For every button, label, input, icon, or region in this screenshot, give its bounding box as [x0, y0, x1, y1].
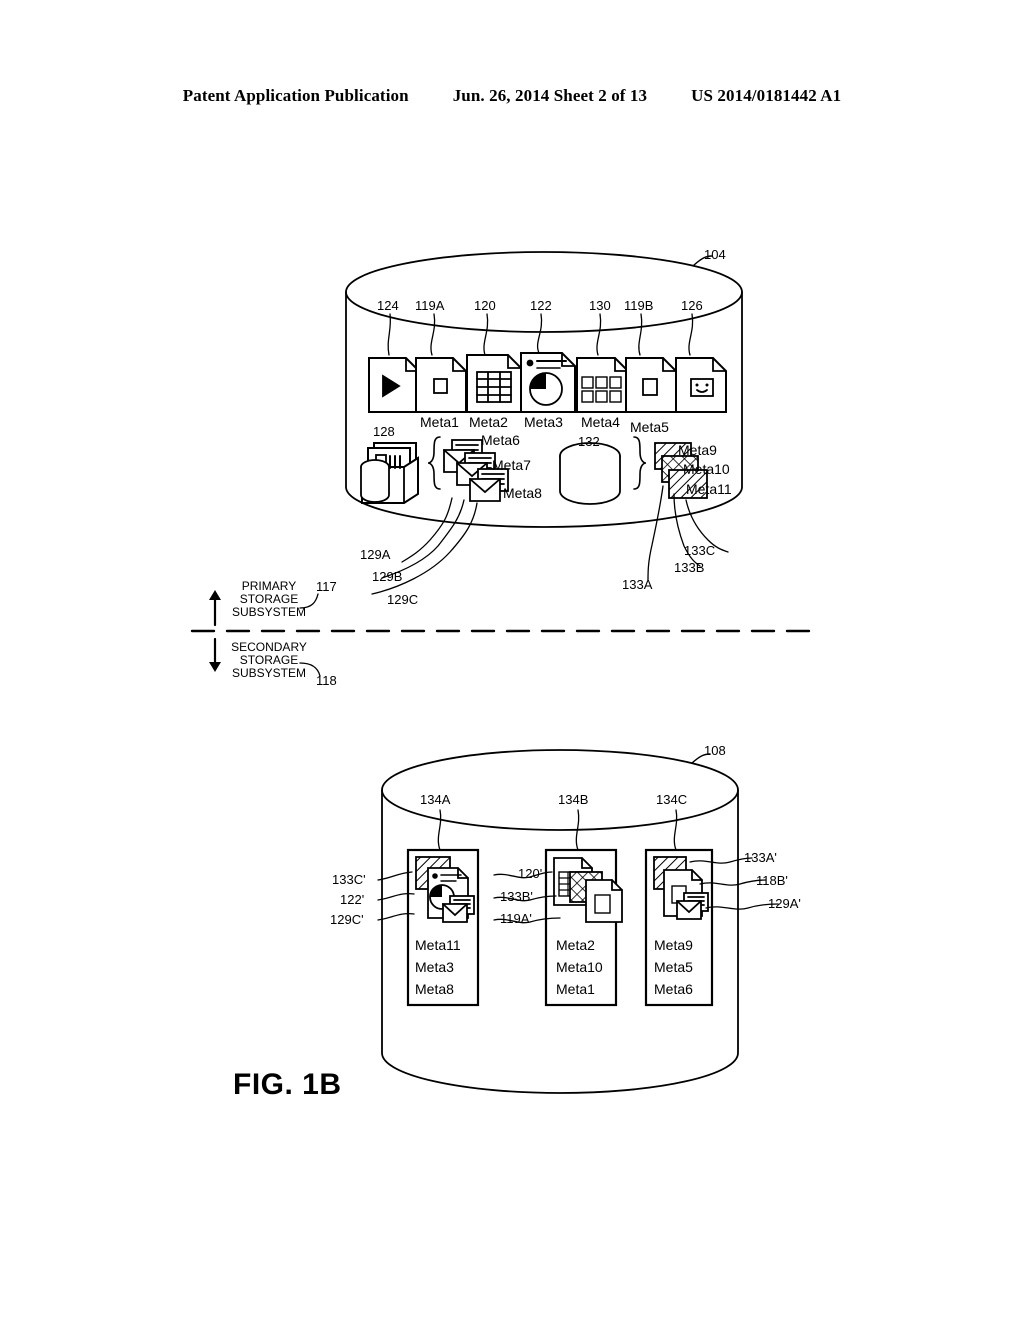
container-reference-leaders — [437, 809, 678, 851]
ref-128: 128 — [373, 424, 395, 439]
meta-label-Meta7: Meta7 — [492, 457, 531, 473]
primary-arrow — [209, 590, 221, 627]
secondary-subsystem-line3: SUBSYSTEM — [231, 666, 306, 680]
primary-storage-cylinder — [345, 251, 743, 528]
meta-label-a-1: Meta11 — [415, 937, 461, 953]
doc-icon-119B — [625, 357, 677, 413]
meta-label-a-3: Meta8 — [415, 981, 454, 997]
ref-104: 104 — [704, 247, 726, 262]
primary-subsystem-label: PRIMARY STORAGE SUBSYSTEM — [230, 580, 308, 619]
figure-caption: FIG. 1B — [233, 1068, 342, 1101]
doc-icon-120 — [466, 354, 522, 413]
publication-title: Patent Application Publication — [182, 86, 409, 105]
database-cylinder-icon-132 — [559, 442, 621, 505]
publication-date-sheet: Jun. 26, 2014 Sheet 2 of 13 — [452, 86, 648, 105]
meta-label-Meta6: Meta6 — [481, 432, 520, 448]
meta-label-Meta2: Meta2 — [469, 414, 508, 430]
meta-label-c-1: Meta9 — [654, 937, 693, 953]
patent-number: US 2014/0181442 A1 — [691, 86, 842, 105]
doc-icon-119A — [415, 357, 467, 413]
patent-figure-page: Patent Application Publication Jun. 26, … — [0, 0, 1024, 1320]
ref-133B-prime: 133B' — [500, 889, 533, 904]
meta-label-Meta10: Meta10 — [683, 461, 730, 477]
ref-118: 118 — [316, 673, 337, 688]
meta-label-c-2: Meta5 — [654, 959, 693, 975]
ref-124: 124 — [377, 298, 399, 313]
ref-134C: 134C — [656, 792, 688, 807]
meta-label-b-3: Meta1 — [556, 981, 595, 997]
meta-label-Meta1: Meta1 — [420, 414, 459, 430]
ref-133B: 133B — [674, 560, 705, 575]
ref-126: 126 — [681, 298, 703, 313]
meta-label-b-1: Meta2 — [556, 937, 595, 953]
ref-133A: 133A — [622, 577, 653, 592]
meta-label-Meta3: Meta3 — [524, 414, 563, 430]
ref-133C: 133C — [684, 543, 716, 558]
meta-label-Meta9: Meta9 — [678, 442, 717, 458]
ref-130: 130 — [589, 298, 611, 313]
doc-icon-124 — [368, 357, 420, 413]
meta-label-b-2: Meta10 — [556, 959, 603, 975]
ref-129A: 129A — [360, 547, 391, 562]
ref-134A: 134A — [420, 792, 451, 807]
ref-129A-prime: 129A' — [768, 896, 801, 911]
ref-129B: 129B — [372, 569, 403, 584]
figure-1b-drawing — [190, 251, 814, 1094]
primary-reference-leaders — [387, 313, 694, 356]
archive-box-icon-128 — [360, 442, 419, 504]
ref-120-prime: 120' — [518, 866, 543, 881]
ref-133A-prime: 133A' — [744, 850, 777, 865]
ref-119A: 119A — [415, 298, 445, 313]
ref-117: 117 — [316, 579, 337, 594]
meta-label-Meta8: Meta8 — [503, 485, 542, 501]
secondary-arrow — [209, 637, 221, 672]
meta-label-Meta5: Meta5 — [630, 419, 669, 435]
ref-120: 120 — [474, 298, 496, 313]
doc-icon-130 — [576, 357, 629, 413]
ref-134B: 134B — [558, 792, 589, 807]
meta-label-a-2: Meta3 — [415, 959, 454, 975]
ref-122-prime: 122' — [340, 892, 365, 907]
ref-133C-prime: 133C' — [332, 872, 366, 887]
ref-129C: 129C — [387, 592, 419, 607]
publication-header: Patent Application Publication Jun. 26, … — [0, 86, 1024, 106]
secondary-subsystem-label: SECONDARY STORAGE SUBSYSTEM — [226, 641, 312, 680]
doc-icon-126 — [675, 357, 727, 413]
doc-icon-122 — [520, 352, 576, 413]
meta-label-Meta4: Meta4 — [581, 414, 620, 430]
primary-subsystem-line3: SUBSYSTEM — [231, 605, 306, 619]
meta-label-c-3: Meta6 — [654, 981, 693, 997]
ref-119B: 119B — [624, 298, 654, 313]
ref-129C-prime: 129C' — [330, 912, 364, 927]
ref-119A-prime: 119A' — [500, 911, 532, 926]
ref-132: 132 — [578, 434, 600, 449]
ref-118B-prime: 118B' — [756, 873, 788, 888]
ref-122: 122 — [530, 298, 552, 313]
ref-108: 108 — [704, 743, 726, 758]
container-a-left-leaders — [377, 871, 415, 921]
meta-label-Meta11: Meta11 — [686, 481, 732, 497]
